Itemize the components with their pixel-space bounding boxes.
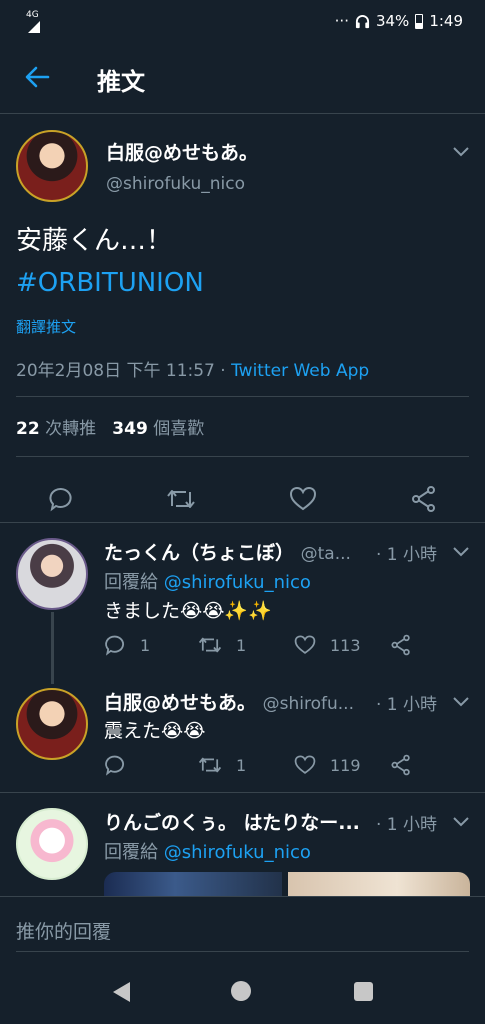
reply-author-handle: @ta... [300,544,351,564]
retweet-count: 1 [236,755,247,775]
reply-author-handle: @shirofu... [262,694,354,714]
replying-to: 回覆給 @shirofuku_nico [104,838,311,864]
page-title: 推文 [97,68,145,96]
reply-author-name[interactable]: たっくん（ちょこぼ） @ta... [104,538,351,565]
divider [16,396,469,397]
author-name[interactable]: 白服@めせもあ。 [106,138,258,165]
like-button[interactable]: 119 [294,754,361,776]
hashtag-link[interactable]: #ORBITUNION [16,262,204,304]
divider [16,456,469,457]
reply-text: 震えた😭😭 [104,720,206,742]
like-count: 119 [330,755,361,775]
overflow-dots: ··· [334,12,349,30]
author-handle[interactable]: @shirofuku_nico [106,174,245,194]
translate-tweet-link[interactable]: 翻譯推文 [16,316,76,337]
reply-icon[interactable] [104,754,126,776]
battery-percent: 34% [375,12,410,30]
divider [0,792,485,793]
retweet-count[interactable]: 22 [16,419,40,439]
tweet-timestamp: 20年2月08日 下午 11:57 · [16,361,232,381]
system-nav-bar [0,960,485,1024]
nav-recents-icon[interactable] [354,982,373,1001]
like-icon[interactable] [289,486,317,512]
replying-prefix: 回覆給 [104,572,164,593]
like-label[interactable]: 個喜歡 [153,419,204,439]
retweet-icon[interactable] [166,486,196,512]
reply-button[interactable]: 1 [104,634,150,656]
tweet-meta: 20年2月08日 下午 11:57 · Twitter Web App [16,356,369,381]
reply-avatar[interactable] [16,688,88,760]
chevron-down-icon[interactable] [452,696,470,708]
author-avatar[interactable] [16,130,88,202]
reply-icon[interactable] [48,486,74,512]
like-count[interactable]: 349 [112,419,148,439]
retweet-icon[interactable] [198,754,222,776]
tweet-stats: 22 次轉推 349 個喜歡 [16,414,204,439]
share-icon[interactable] [410,486,438,512]
signal-indicator: 4G [26,10,42,34]
reply-time: · 1 小時 [375,545,437,565]
reply-icon[interactable] [104,634,126,656]
reply-composer[interactable]: 推你的回覆 [0,896,485,960]
reply-actions: 1 119 [104,754,424,780]
reply-input[interactable]: 推你的回覆 [16,917,111,944]
reply-time: · 1 小時 [375,815,437,835]
headphones-icon [355,14,370,28]
back-arrow-icon[interactable] [24,64,50,90]
retweet-icon[interactable] [198,634,222,656]
retweet-button[interactable]: 1 [198,754,246,776]
status-bar: 4G ··· 34% 1:49 [0,0,485,40]
chevron-down-icon[interactable] [452,146,470,158]
retweet-label[interactable]: 次轉推 [45,419,96,439]
retweet-count: 1 [236,635,247,655]
reply-author-display: たっくん（ちょこぼ） [104,542,295,564]
divider [0,522,485,523]
thread-connector [51,612,54,684]
reply-avatar[interactable] [16,538,88,610]
clock: 1:49 [429,12,463,30]
reply-author-display: 白服@めせもあ。 [104,692,257,714]
reply-author-name[interactable]: りんごのくぅ。 はたりなー... [104,808,360,835]
mention-link[interactable]: @shirofuku_nico [164,842,311,863]
nav-back-icon[interactable] [110,980,132,1004]
like-button[interactable]: 113 [294,634,361,656]
signal-icon [28,21,40,33]
chevron-down-icon[interactable] [452,816,470,828]
reply-text: きました😭😭✨✨ [104,600,272,622]
share-button[interactable] [390,754,412,776]
network-type: 4G [26,10,39,20]
share-icon[interactable] [390,754,412,776]
replying-prefix: 回覆給 [104,842,164,863]
like-count: 113 [330,635,361,655]
nav-home-icon[interactable] [231,981,251,1001]
app-header: 推文 [0,40,485,114]
reply-button[interactable] [104,754,140,776]
reply-actions: 1 1 113 [104,634,424,660]
replying-to: 回覆給 @shirofuku_nico [104,568,311,594]
chevron-down-icon[interactable] [452,546,470,558]
reply-time: · 1 小時 [375,695,437,715]
reply-author-name[interactable]: 白服@めせもあ。 @shirofu... [104,688,354,715]
reply-count: 1 [140,635,151,655]
tweet-actions [0,474,485,524]
share-button[interactable] [390,634,412,656]
tweet-body: 安藤くん…！ [16,226,173,256]
reply-avatar[interactable] [16,808,88,880]
divider [16,951,469,952]
share-icon[interactable] [390,634,412,656]
retweet-button[interactable]: 1 [198,634,246,656]
tweet-text: 安藤くん…！ #ORBITUNION [16,220,204,304]
battery-icon [415,13,424,29]
mention-link[interactable]: @shirofuku_nico [164,572,311,593]
like-icon[interactable] [294,754,316,776]
source-app-link[interactable]: Twitter Web App [231,361,369,381]
like-icon[interactable] [294,634,316,656]
